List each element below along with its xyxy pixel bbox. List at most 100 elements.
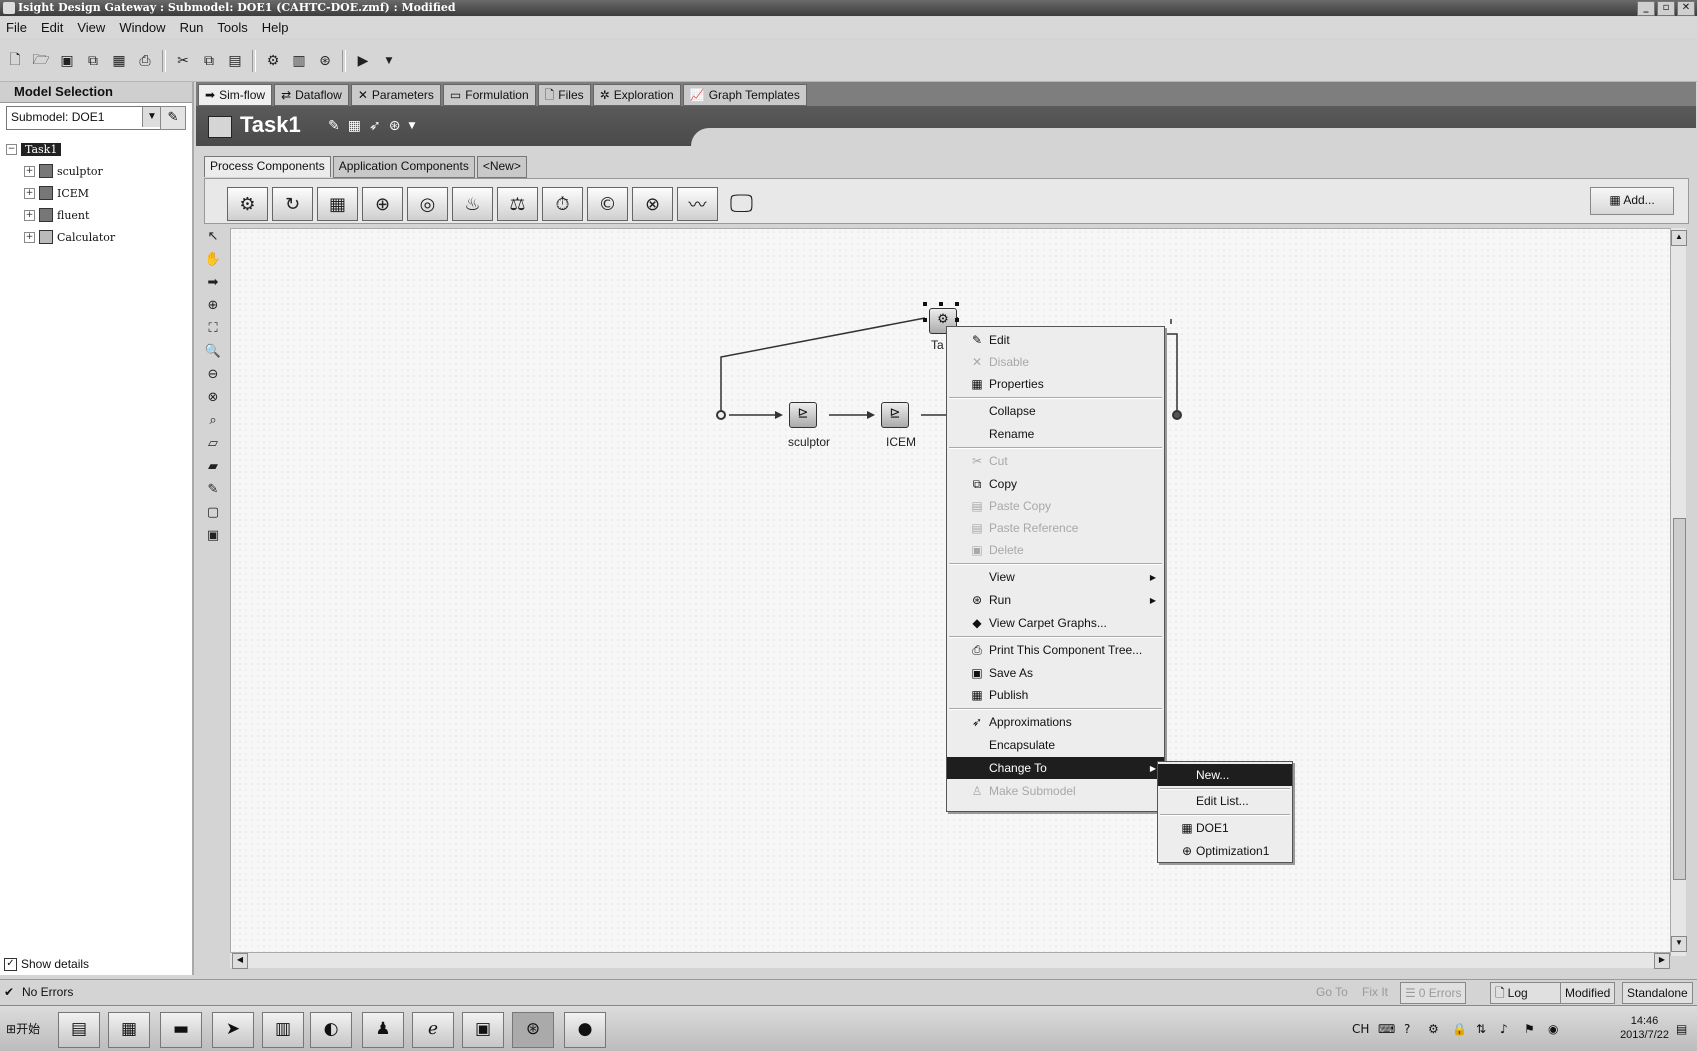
fixit-button[interactable]: Fix It [1362, 983, 1388, 1001]
log-button[interactable]: 🗋 Log [1490, 982, 1566, 1004]
cut-icon[interactable]: ✂ [174, 52, 192, 70]
taskbar-app-browser[interactable]: ℯ [412, 1012, 454, 1048]
flag-icon[interactable]: ⚑ [1524, 1022, 1535, 1036]
zoom-region-icon[interactable]: ⊕ [204, 297, 222, 315]
menu-item-edit[interactable]: ✎ Edit [947, 329, 1164, 351]
run-options-icon[interactable]: ⊛ [389, 118, 401, 134]
print-icon[interactable]: ⎙ [136, 52, 154, 70]
submenu-item-edit-list[interactable]: Edit List... [1158, 790, 1292, 812]
note-icon[interactable]: ▱ [204, 435, 222, 453]
selection-handle[interactable] [955, 318, 959, 322]
taskbar-app-chat[interactable]: ● [564, 1012, 606, 1048]
selection-handle[interactable] [923, 318, 927, 322]
start-port[interactable] [716, 410, 726, 420]
snapshot-icon[interactable]: ▣ [204, 527, 222, 545]
scroll-left-icon[interactable]: ◀ [232, 953, 248, 969]
expand-icon[interactable]: + [24, 231, 35, 243]
menu-tools[interactable]: Tools [217, 20, 247, 35]
menu-view[interactable]: View [77, 20, 105, 35]
tab-dataflow[interactable]: ⇄ Dataflow [274, 84, 349, 106]
maximize-button[interactable]: ▫ [1657, 1, 1675, 16]
menu-item-save-as[interactable]: ▣ Save As [947, 662, 1164, 684]
collapse-icon[interactable]: − [6, 143, 17, 155]
settings-tray-icon[interactable]: ⚙ [1428, 1022, 1439, 1036]
publish-icon[interactable]: ▦ [110, 52, 128, 70]
submenu-item-optimization1[interactable]: ⊕ Optimization1 [1158, 840, 1292, 862]
menu-file[interactable]: File [6, 20, 27, 35]
submenu-item-new[interactable]: New... [1158, 764, 1292, 786]
reliability-icon[interactable]: ⚖ [497, 187, 538, 221]
taskbar-app-files[interactable]: ▤ [58, 1012, 100, 1048]
tree-item-task1[interactable]: − Task1 [6, 138, 115, 160]
rectangle-icon[interactable]: ▢ [204, 504, 222, 522]
taskbar-app-terminal[interactable]: ▬ [160, 1012, 202, 1048]
taskbar-app-editor[interactable]: ▦ [108, 1012, 150, 1048]
select-icon[interactable]: ↖ [204, 228, 222, 246]
show-desktop-icon[interactable]: ▤ [1676, 1022, 1687, 1036]
vertical-scrollbar[interactable]: ▲ ▼ [1670, 228, 1687, 956]
expand-icon[interactable]: + [24, 209, 35, 221]
signal-icon[interactable]: 〰 [677, 187, 718, 221]
expand-icon[interactable]: + [24, 187, 35, 199]
tab-sim-flow[interactable]: ➡ Sim-flow [198, 84, 273, 106]
open-icon[interactable]: 🗁 [32, 52, 50, 70]
clock[interactable]: 14:46 2013/7/22 [1620, 1014, 1669, 1042]
lasso-icon[interactable]: ⌕ [204, 412, 222, 430]
edit-submodel-button[interactable]: ✎ [160, 106, 186, 130]
edit-note-icon[interactable]: ✎ [204, 481, 222, 499]
menu-item-view-carpet-graphs[interactable]: ◆ View Carpet Graphs... [947, 612, 1164, 634]
library-icon[interactable]: ▥ [290, 52, 308, 70]
task-component-icon[interactable]: ⚙ [227, 187, 268, 221]
submodel-select[interactable]: Submodel: DOE1 ▼ [6, 106, 162, 130]
scroll-up-icon[interactable]: ▲ [1671, 230, 1687, 246]
start-button[interactable]: ⊞开始 [2, 1018, 44, 1040]
taskbar-app-media[interactable]: ◐ [310, 1012, 352, 1048]
scroll-down-icon[interactable]: ▼ [1671, 936, 1687, 952]
errors-button[interactable]: ☰ 0 Errors [1400, 982, 1467, 1004]
approximation-icon[interactable]: ➶ [369, 118, 381, 134]
run-config-icon[interactable]: ⊛ [316, 52, 334, 70]
goto-button[interactable]: Go To [1316, 983, 1348, 1001]
lock-icon[interactable]: 🔒 [1452, 1022, 1467, 1036]
menu-item-properties[interactable]: ▦ Properties [947, 373, 1164, 395]
fit-icon[interactable]: ⛶ [204, 320, 222, 338]
language-indicator[interactable]: CH [1352, 1022, 1369, 1036]
tab-process-components[interactable]: Process Components [204, 156, 331, 177]
notes-icon[interactable]: ▰ [204, 458, 222, 476]
keyboard-icon[interactable]: ⌨ [1378, 1022, 1395, 1036]
taskbar-app-viewer[interactable]: ▣ [462, 1012, 504, 1048]
tab-formulation[interactable]: ▭ Formulation [442, 84, 536, 106]
volume-icon[interactable]: ◉ [1548, 1022, 1558, 1036]
six-sigma-icon[interactable]: © [587, 187, 628, 221]
sound-icon[interactable]: ♪ [1500, 1022, 1508, 1036]
menu-item-run[interactable]: ⊛ Run ▶ [947, 589, 1164, 611]
show-details-checkbox[interactable]: ✓ Show details [4, 954, 89, 974]
selection-handle[interactable] [939, 302, 943, 306]
menu-item-change-to[interactable]: Change To ▶ [947, 757, 1164, 779]
taskbar-app-user[interactable]: ♟ [362, 1012, 404, 1048]
optimization-icon[interactable]: ⊕ [362, 187, 403, 221]
submenu-item-doe1[interactable]: ▦ DOE1 [1158, 817, 1292, 839]
sculptor-node[interactable]: ⊵ [789, 402, 817, 428]
menu-item-collapse[interactable]: Collapse [947, 400, 1164, 422]
copy-icon[interactable]: ⧉ [200, 52, 218, 70]
doe-icon[interactable]: ▦ [317, 187, 358, 221]
monte-carlo-icon[interactable]: ♨ [452, 187, 493, 221]
coupled-icon[interactable]: ⊗ [632, 187, 673, 221]
end-port[interactable] [1172, 410, 1182, 420]
zoom-out-icon[interactable]: ⊖ [204, 366, 222, 384]
taskbar-app-isight[interactable]: ⊛ [512, 1012, 554, 1048]
loop-icon[interactable]: ↻ [272, 187, 313, 221]
monitor-icon[interactable]: 🖵 [722, 187, 761, 219]
scroll-right-icon[interactable]: ▶ [1654, 953, 1670, 969]
add-component-button[interactable]: ▦ Add... [1590, 187, 1674, 215]
tab-exploration[interactable]: ✲ Exploration [592, 84, 681, 106]
run-dropdown-icon[interactable]: ▼ [380, 52, 398, 70]
tree-item-sculptor[interactable]: + sculptor [6, 160, 115, 182]
pan-icon[interactable]: ✋ [204, 251, 222, 269]
menu-run[interactable]: Run [180, 20, 204, 35]
settings-icon[interactable]: ⚙ [264, 52, 282, 70]
tab-new[interactable]: <New> [476, 156, 527, 178]
tree-item-icem[interactable]: + ICEM [6, 182, 115, 204]
connect-icon[interactable]: ➡ [204, 274, 222, 292]
